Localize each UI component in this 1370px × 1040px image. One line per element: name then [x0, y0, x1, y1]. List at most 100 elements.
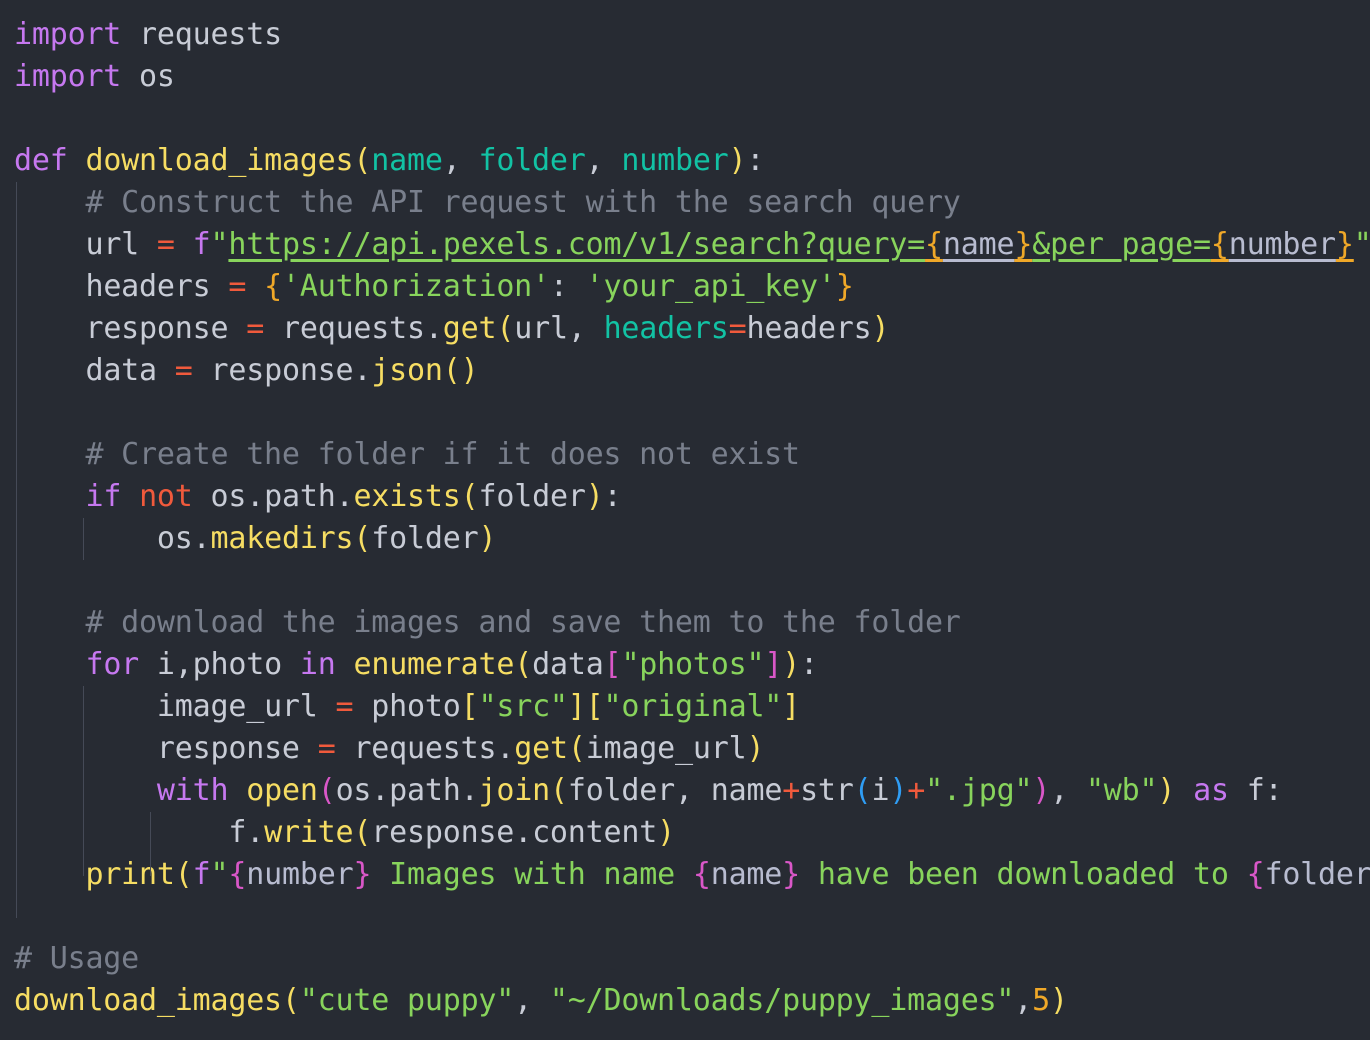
code-token: path [389, 773, 461, 808]
code-token: ( [460, 479, 479, 514]
code-line[interactable]: url = f"https://api.pexels.com/v1/search… [14, 224, 1370, 266]
code-token: for [85, 647, 140, 682]
code-token: # Construct the API request with the sea… [14, 185, 961, 220]
code-token: ] [782, 689, 801, 724]
code-line[interactable]: if not os.path.exists(folder): [14, 476, 1370, 518]
code-token: headers [85, 269, 211, 304]
code-token: } [782, 857, 801, 892]
code-token: ) [657, 815, 675, 850]
code-token: { [692, 857, 711, 892]
code-token: url [85, 227, 140, 262]
code-token: ( [496, 311, 515, 346]
code-token: : [800, 647, 818, 682]
code-token: : [549, 269, 586, 304]
code-token: ( [281, 983, 300, 1018]
code-token: &per_page= [1032, 227, 1211, 262]
code-token: = [156, 227, 175, 262]
code-token: f [192, 857, 211, 892]
code-token: = [728, 311, 747, 346]
code-line[interactable]: data = response.json() [14, 350, 1370, 392]
code-lines-container[interactable]: import requests import os def download_im… [0, 0, 1370, 1022]
code-token: , [174, 647, 193, 682]
code-token: content [532, 815, 658, 850]
code-token: " [1353, 227, 1370, 262]
code-token: write [264, 815, 354, 850]
code-line[interactable]: import requests [14, 14, 1370, 56]
code-token: url [514, 311, 568, 346]
code-line[interactable]: response = requests.get(image_url) [14, 728, 1370, 770]
code-line[interactable] [14, 98, 1370, 140]
code-line[interactable]: # download the images and save them to t… [14, 602, 1370, 644]
code-token: . [371, 773, 390, 808]
code-token: # Usage [14, 941, 140, 976]
code-token: . [246, 815, 265, 850]
code-token: . [496, 731, 515, 766]
code-token: download_images [85, 143, 354, 178]
code-token: number [621, 143, 729, 178]
code-token: = [317, 731, 336, 766]
code-token: 5 [1032, 983, 1051, 1018]
code-token: "cute puppy" [299, 983, 515, 1018]
code-line[interactable]: download_images("cute puppy", "~/Downloa… [14, 980, 1370, 1022]
code-line[interactable] [14, 896, 1370, 938]
code-line[interactable]: image_url = photo["src"]["original"] [14, 686, 1370, 728]
code-line[interactable]: # Create the folder if it does not exist [14, 434, 1370, 476]
code-token: name [371, 143, 443, 178]
code-token: os [139, 59, 175, 94]
code-line[interactable]: # Construct the API request with the sea… [14, 182, 1370, 224]
code-token: photo [192, 647, 283, 682]
code-token: ] [764, 647, 783, 682]
code-token: ( [853, 773, 872, 808]
code-line[interactable] [14, 560, 1370, 602]
code-line[interactable]: response = requests.get(url, headers=hea… [14, 308, 1370, 350]
code-token: name [710, 773, 783, 808]
code-token: : [1264, 773, 1283, 808]
code-line[interactable]: f.write(response.content) [14, 812, 1370, 854]
code-token: , [514, 983, 550, 1018]
code-token: , [567, 311, 604, 346]
code-line[interactable]: headers = {'Authorization': 'your_api_ke… [14, 266, 1370, 308]
code-token: , [442, 143, 479, 178]
code-token: enumerate [353, 647, 515, 682]
code-line[interactable] [14, 392, 1370, 434]
code-token: Images with name [371, 857, 693, 892]
code-line[interactable]: with open(os.path.join(folder, name+str(… [14, 770, 1370, 812]
code-line[interactable]: print(f"{number} Images with name {name}… [14, 854, 1370, 896]
code-token: ) [871, 311, 890, 346]
code-token: https://api.pexels.com/v1/search?query= [228, 227, 926, 262]
code-editor[interactable]: import requests import os def download_im… [0, 0, 1370, 1040]
code-token: print [85, 857, 175, 892]
code-token: " [210, 227, 229, 262]
code-line[interactable]: def download_images(name, folder, number… [14, 140, 1370, 182]
code-token: path [264, 479, 336, 514]
code-token: download_images [14, 983, 282, 1018]
code-token: = [246, 311, 265, 346]
code-line[interactable]: import os [14, 56, 1370, 98]
code-token: ".jpg" [925, 773, 1033, 808]
code-token: in [299, 647, 336, 682]
code-token: : [603, 479, 622, 514]
code-line[interactable]: os.makedirs(folder) [14, 518, 1370, 560]
code-token: } [1014, 227, 1033, 262]
code-line[interactable]: # Usage [14, 938, 1370, 980]
code-token: } [1335, 227, 1354, 262]
code-line[interactable]: for i,photo in enumerate(data["photos"])… [14, 644, 1370, 686]
code-token: ( [514, 647, 533, 682]
code-token: def [14, 143, 68, 178]
code-token: headers [746, 311, 872, 346]
code-token: response [156, 731, 300, 766]
code-token: f [228, 815, 247, 850]
code-token: import [14, 17, 122, 52]
